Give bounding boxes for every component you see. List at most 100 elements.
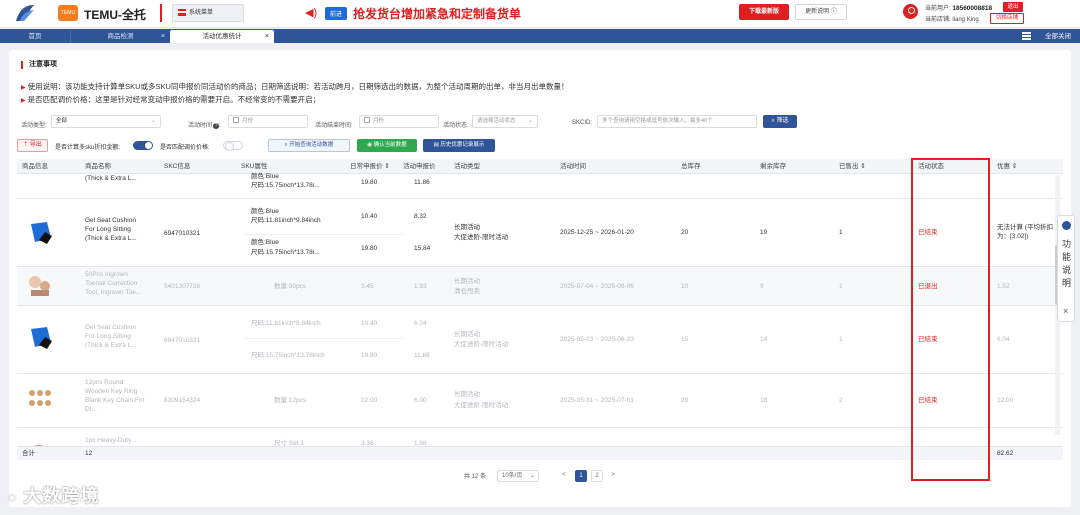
page-1-button[interactable]: 1 xyxy=(575,470,587,482)
total-stock: 20 xyxy=(681,397,689,404)
column-header: 活动时间 xyxy=(560,163,586,170)
announcement-text[interactable]: 抢发货台增加紧急和定制备货单 xyxy=(353,5,521,22)
history-label: 历史优惠记录展示 xyxy=(440,142,485,148)
activity-price: 6.24 xyxy=(414,320,427,327)
product-thumbnail xyxy=(29,390,51,406)
column-header[interactable]: 优惠 ⇕ xyxy=(997,159,1017,174)
daily-price: 12.00 xyxy=(361,397,378,404)
help-icon[interactable]: ? xyxy=(213,123,220,129)
daily-price: 10.40 xyxy=(361,213,378,220)
activity-time-placeholder: 月份 xyxy=(242,118,254,124)
tab-activity-stats[interactable]: 活动优惠统计 × xyxy=(170,30,274,43)
activity-type: 长期活动 xyxy=(454,331,480,338)
activity-time-text: 活动时间 xyxy=(188,123,213,129)
activity-price: 6.00 xyxy=(414,397,427,404)
upload-icon: ⇡ xyxy=(23,142,29,148)
activity-status-placeholder: 请选择活动状态 xyxy=(477,118,516,124)
confirm-data-button[interactable]: ◉ 确认当前数据 xyxy=(357,139,417,152)
multi-sku-toggle[interactable] xyxy=(133,141,153,150)
column-header: 剩余库存 xyxy=(760,163,786,170)
info-icon xyxy=(1062,221,1071,230)
activity-type: 清仓甩卖 xyxy=(454,288,480,295)
close-all-tabs-button[interactable]: 全部关闭 xyxy=(1045,30,1071,43)
table-row[interactable]: Gel Seat Cushion For Long Sitting (Thick… xyxy=(17,307,1063,374)
summary-label: 合计 xyxy=(22,450,35,457)
history-records-button[interactable]: ▤ 历史优惠记录展示 xyxy=(423,139,495,152)
skc-id: 6947010321 xyxy=(164,337,201,344)
notice-text: 使用说明：该功能支持计算单SKU或多SKU同申报价同活动价的商品；日期筛选说明：… xyxy=(27,82,569,91)
tab-bar: 首页 商品检测 × 活动优惠统计 × 全部关闭 xyxy=(0,29,1080,43)
skcid-input[interactable]: 多个查询请用空格或逗号依次输入，最多40个 xyxy=(597,115,757,128)
sku-attr: 尺码:11.81inch*9.84inch xyxy=(251,217,321,224)
start-query-button[interactable]: ⌕ 开始查询活动数据 xyxy=(268,139,350,152)
tab-home[interactable]: 首页 xyxy=(0,30,70,43)
match-price-toggle[interactable] xyxy=(223,141,243,151)
export-button[interactable]: ⇡ 导出 xyxy=(17,139,48,152)
user-avatar-icon[interactable] xyxy=(903,4,918,19)
sold-count: 1 xyxy=(839,229,843,236)
table-row[interactable]: Gel Seat Cushion For Long Sitting (Thick… xyxy=(17,200,1063,267)
table-row[interactable]: 50Pcs Ingrown Toenail Correction Tool, I… xyxy=(17,268,1063,306)
filter-button[interactable]: ⌕ 筛选 xyxy=(763,115,797,128)
product-name: 12pcs Round Wooden Key Ring Blank Key Ch… xyxy=(85,379,145,413)
activity-time-label: 活动时间?: xyxy=(188,123,221,129)
next-page-button[interactable]: > xyxy=(607,470,619,482)
match-price-label: 是否匹配调价价格: xyxy=(160,145,210,151)
top-bar: TEMU TEMU-全托 系统菜单 ◀) 前进 抢发货台增加紧急和定制备货单 下… xyxy=(0,0,1080,28)
user-phone: 18560008818 xyxy=(952,5,993,12)
activity-type-select[interactable]: 全部 ⌄ xyxy=(51,115,161,128)
tab-product-check[interactable]: 商品检测 × xyxy=(70,30,170,43)
prev-page-button[interactable]: < xyxy=(558,470,570,482)
page-size-select[interactable]: 10条/页 ⌄ xyxy=(497,470,539,482)
table-row[interactable]: 12pcs Round Wooden Key Ring Blank Key Ch… xyxy=(17,375,1063,428)
discount: 1.52 xyxy=(997,283,1010,290)
search-icon: ⌕ xyxy=(771,118,775,124)
daily-price: 19.80 xyxy=(361,245,378,252)
divider xyxy=(160,4,162,22)
product-thumbnail xyxy=(31,327,52,349)
product-name: (Thick & Extra L... xyxy=(85,175,137,182)
close-icon[interactable]: × xyxy=(1063,306,1068,316)
close-icon[interactable]: × xyxy=(161,30,165,43)
column-header: 活动类型 xyxy=(454,163,480,170)
current-store: 当前店铺: liang King xyxy=(925,14,979,23)
summary-discount: 62.62 xyxy=(997,450,1014,457)
function-description-label: 功能说明 xyxy=(1061,239,1071,288)
notice-text: 是否匹配调价价格：这里是针对经常变动申报价格的需要开启。不经常变的不需要开启； xyxy=(27,95,321,104)
sku-divider xyxy=(243,234,403,235)
switch-store-button[interactable]: 切换店铺 xyxy=(990,13,1024,24)
table-header: 商品信息 商品名称 SKC信息 SKU属性 日常申报价 ⇕ 活动申报价 活动类型… xyxy=(17,159,1063,174)
notice-title: 注意事项 xyxy=(21,61,57,69)
tab-list-icon[interactable] xyxy=(1022,32,1031,40)
announcement: ◀) 前进 抢发货台增加紧急和定制备货单 xyxy=(305,4,521,22)
activity-end-picker[interactable]: 月份 xyxy=(359,115,439,128)
system-menu-button[interactable]: 系统菜单 xyxy=(172,4,244,22)
logout-button[interactable]: 退出 xyxy=(1003,2,1023,12)
update-notes-button[interactable]: 更新说明 ⓘ xyxy=(795,4,847,20)
tab-label: 商品检测 xyxy=(107,33,134,40)
page-2-button[interactable]: 2 xyxy=(591,470,603,482)
calendar-icon xyxy=(364,117,370,123)
menu-icon xyxy=(178,9,186,16)
sku-attr: 尺码:15.75inch*13.78i... xyxy=(251,249,320,256)
sku-attr: 颜色:Blue xyxy=(251,173,279,180)
notice-line: ▶ 使用说明：该功能支持计算单SKU或多SKU同申报价同活动价的商品；日期筛选说明… xyxy=(21,81,568,92)
table-row[interactable]: (Thick & Extra L... 颜色:Blue 尺码:15.75inch… xyxy=(17,173,1063,199)
total-stock: 10 xyxy=(681,283,689,290)
column-header[interactable]: 日常申报价 ⇕ xyxy=(350,159,390,174)
skc-id: 6947010321 xyxy=(164,230,201,237)
activity-price: 11.88 xyxy=(414,352,430,359)
activity-time-picker[interactable]: 月份 xyxy=(228,115,308,128)
activity-table: 商品信息 商品名称 SKC信息 SKU属性 日常申报价 ⇕ 活动申报价 活动类型… xyxy=(17,159,1063,459)
function-description-panel[interactable]: 功能说明 × xyxy=(1057,215,1075,322)
activity-status-select[interactable]: 请选择活动状态 ⌄ xyxy=(472,115,538,128)
document-icon: ▤ xyxy=(433,142,439,148)
column-header[interactable]: 已售出 ⇕ xyxy=(839,159,866,174)
query-label: 开始查询活动数据 xyxy=(289,142,334,148)
activity-type: 大促进阶-限时活动 xyxy=(454,234,509,241)
calendar-icon xyxy=(233,117,239,123)
activity-price: 15.84 xyxy=(414,245,431,252)
close-icon[interactable]: × xyxy=(265,30,269,43)
download-latest-button[interactable]: 下载最新版 xyxy=(739,4,789,20)
pagination-total: 共 12 条 xyxy=(464,474,487,480)
